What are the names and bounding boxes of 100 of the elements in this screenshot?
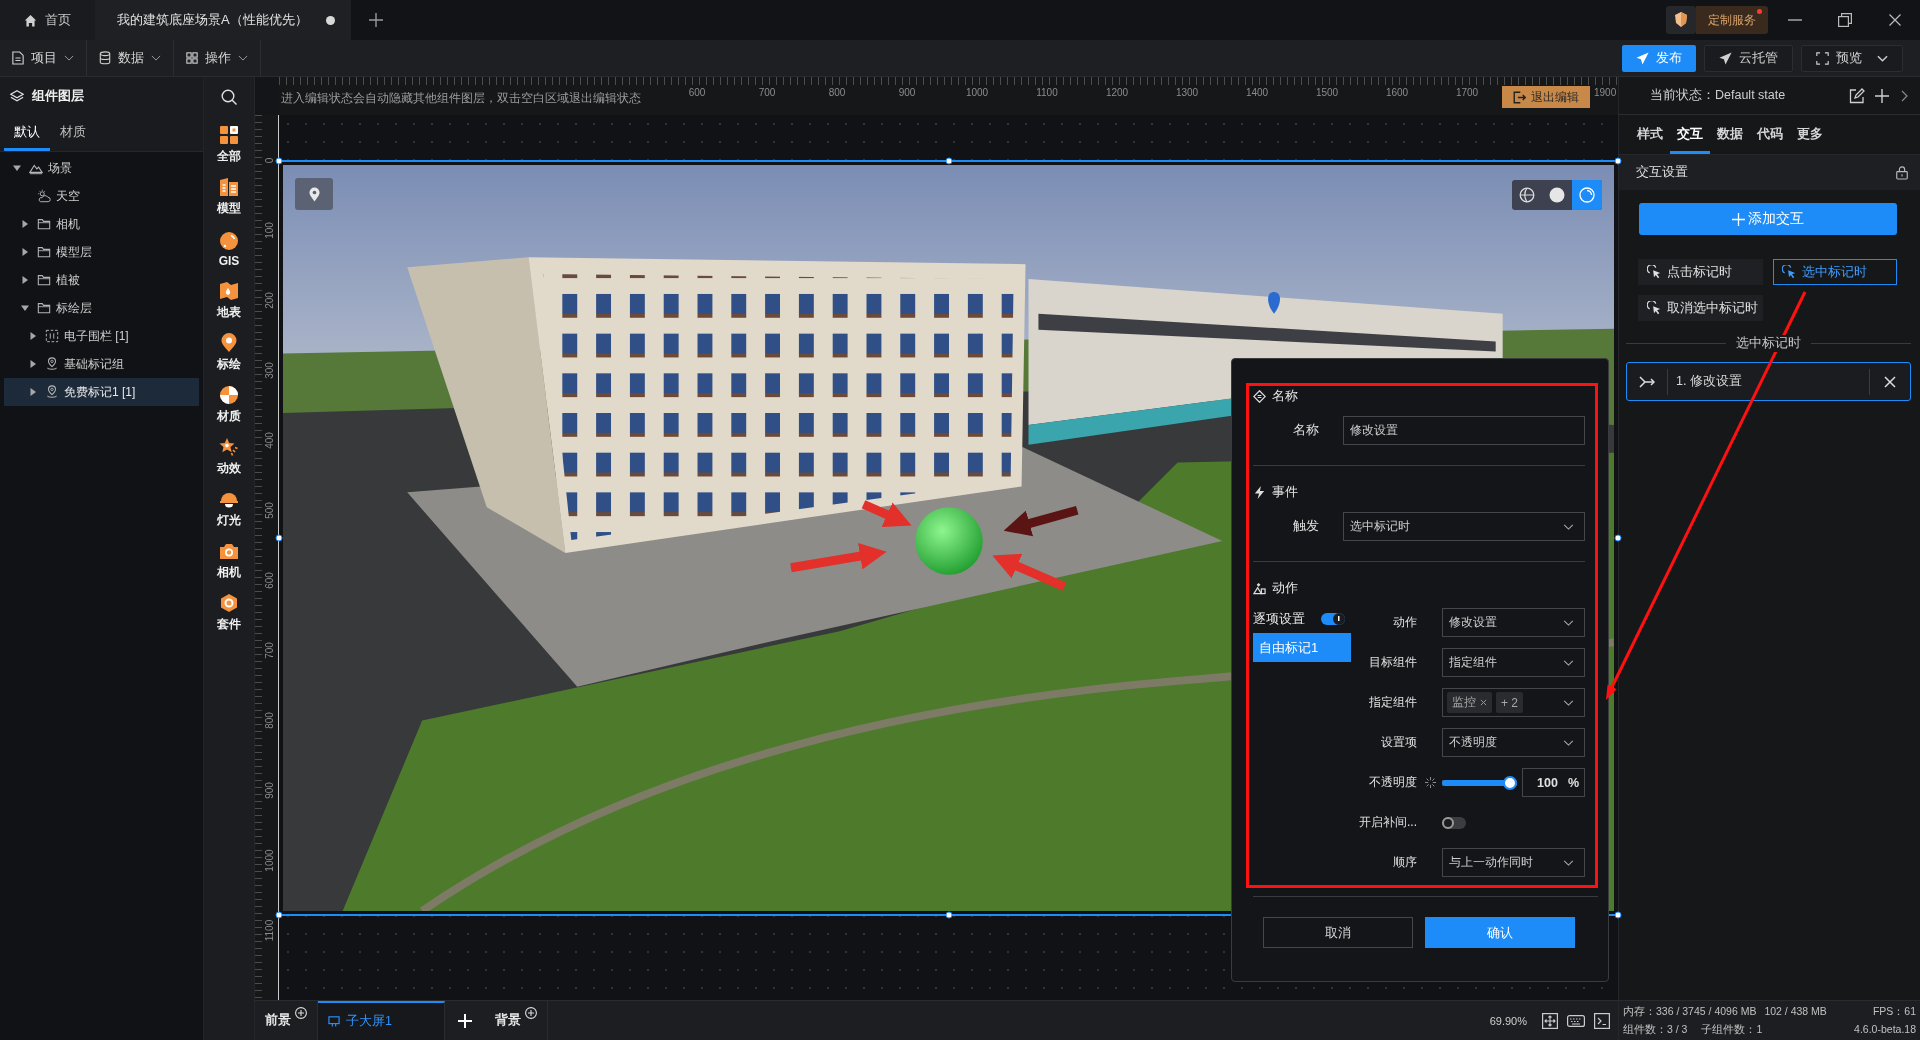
select-field[interactable]: 修改设置	[1442, 608, 1585, 637]
caret-icon[interactable]	[21, 304, 29, 312]
circle-icon	[1549, 187, 1565, 203]
fullscreen-icon	[1816, 51, 1829, 65]
edit-icon[interactable]	[1849, 87, 1865, 104]
select-field[interactable]: 不透明度	[1442, 728, 1585, 757]
section-title: 交互设置	[1636, 164, 1688, 181]
trigger-button[interactable]: 取消选中标记时	[1638, 295, 1763, 321]
location-button[interactable]	[295, 178, 333, 210]
caret-icon[interactable]	[29, 360, 37, 368]
tree-item[interactable]: 植被	[4, 266, 199, 294]
chevron-down-icon	[1563, 619, 1574, 626]
number-input[interactable]: 100 %	[1522, 768, 1585, 797]
plus-icon[interactable]	[1875, 88, 1889, 103]
camera-icon	[219, 541, 239, 561]
name-input[interactable]: 修改设置	[1343, 416, 1585, 445]
caret-icon[interactable]	[21, 248, 29, 256]
star-icon	[219, 437, 239, 457]
caret-icon[interactable]	[13, 164, 21, 172]
cancel-button[interactable]: 取消	[1263, 917, 1413, 948]
inspector-tab[interactable]: 代码	[1750, 115, 1790, 154]
caret-icon[interactable]	[21, 276, 29, 284]
inspector-tab[interactable]: 样式	[1630, 115, 1670, 154]
gem-icon	[1666, 6, 1696, 34]
tree-item[interactable]: 天空	[4, 182, 199, 210]
preview-button[interactable]: 预览	[1801, 44, 1903, 72]
panel-tab[interactable]: 材质	[50, 115, 96, 151]
terminal-icon[interactable]	[1594, 1012, 1610, 1029]
edit-mode-hint: 进入编辑状态会自动隐藏其他组件图层，双击空白区域退出编辑状态	[280, 90, 642, 107]
ruler-label: 600	[687, 87, 707, 98]
ruler-label: 800	[827, 87, 847, 98]
select-field[interactable]: 指定组件	[1442, 648, 1585, 677]
ruler-label: 1200	[1104, 87, 1130, 98]
tool-button[interactable]: 相机	[204, 535, 254, 587]
current-state-label: 当前状态：Default state	[1650, 87, 1786, 104]
document-tab[interactable]: 我的建筑底座场景A（性能优先）	[95, 0, 351, 40]
trigger-button[interactable]: 点击标记时	[1638, 259, 1763, 285]
toggle-label: 逐项设置	[1253, 609, 1305, 628]
resize-handle[interactable]	[275, 534, 283, 542]
section-title: 动作	[1272, 579, 1298, 597]
caret-icon[interactable]	[29, 332, 37, 340]
tool-button[interactable]: 标绘	[204, 327, 254, 379]
interaction-item[interactable]: 1. 修改设置	[1626, 362, 1911, 401]
resize-handle[interactable]	[945, 911, 952, 919]
multi-select-field[interactable]: 监控 + 2	[1442, 688, 1585, 717]
tool-button[interactable]: 套件	[204, 587, 254, 639]
toggle-switch[interactable]	[1321, 612, 1345, 625]
tool-button[interactable]: GIS	[204, 223, 254, 275]
plus-circle-icon[interactable]	[525, 1007, 537, 1019]
menu-button[interactable]: 项目	[0, 40, 87, 76]
tree-item[interactable]: 电子围栏 [1]	[4, 322, 199, 350]
panel-title: 组件图层	[32, 87, 84, 105]
tool-button[interactable]: 材质	[204, 379, 254, 431]
globe-icon	[1519, 187, 1535, 203]
tree-item[interactable]: 基础标记组	[4, 350, 199, 378]
tag-chip[interactable]: 监控	[1447, 692, 1492, 713]
toggle-switch[interactable]	[1442, 816, 1466, 829]
home-tab[interactable]: 首页	[0, 0, 95, 40]
tree-item[interactable]: 标绘层	[4, 294, 199, 322]
tree-item[interactable]: 免费标记1 [1]	[4, 378, 199, 406]
section-title: 事件	[1272, 483, 1298, 501]
screen-tab[interactable]: 子大屏1	[318, 1001, 445, 1040]
tool-button[interactable]: 灯光	[204, 483, 254, 535]
interaction-name: 1. 修改设置	[1675, 373, 1743, 390]
caret-icon[interactable]	[29, 388, 37, 396]
resize-handle[interactable]	[275, 911, 283, 919]
fit-view-icon[interactable]	[1542, 1012, 1558, 1029]
plus-circle-icon[interactable]	[295, 1007, 307, 1019]
resize-handle[interactable]	[945, 157, 952, 165]
cloud-hosting-button[interactable]: 云托管	[1704, 44, 1793, 72]
tree-item[interactable]: 相机	[4, 210, 199, 238]
slider-thumb[interactable]	[1503, 775, 1517, 790]
chevron-right-icon[interactable]	[1901, 89, 1908, 102]
restore-icon	[1838, 13, 1852, 27]
keyboard-icon[interactable]	[1567, 1014, 1585, 1027]
menu-button[interactable]: 操作	[174, 40, 261, 76]
trigger-button[interactable]: 选中标记时	[1772, 259, 1897, 285]
select-field[interactable]: 选中标记时	[1343, 512, 1585, 541]
lock-icon[interactable]	[1895, 165, 1909, 180]
resize-handle[interactable]	[275, 157, 283, 165]
ruler-label: 1500	[1314, 87, 1340, 98]
inspector-tab[interactable]: 更多	[1790, 115, 1830, 154]
ruler-label: 500	[264, 501, 275, 519]
exit-edit-button[interactable]: 退出编辑	[1502, 86, 1590, 108]
close-icon	[1889, 14, 1901, 26]
caret-icon[interactable]	[21, 220, 29, 228]
tool-button[interactable]: 模型	[204, 171, 254, 223]
database-icon	[99, 51, 111, 65]
search-icon[interactable]	[221, 89, 237, 105]
pointer-click-icon	[1781, 265, 1796, 279]
zoom-level: 69.90%	[1489, 1014, 1527, 1027]
tool-button[interactable]: 动效	[204, 431, 254, 483]
select-field[interactable]: 与上一动作同时	[1442, 848, 1585, 877]
inspector-tab[interactable]: 数据	[1710, 115, 1750, 154]
menu-button[interactable]: 数据	[87, 40, 174, 76]
tree-item[interactable]: 模型层	[4, 238, 199, 266]
tool-button[interactable]: 全部	[204, 119, 254, 171]
sparkle-icon	[1425, 777, 1436, 788]
tree-item[interactable]: 场景	[4, 154, 199, 182]
tool-button[interactable]: 地表	[204, 275, 254, 327]
